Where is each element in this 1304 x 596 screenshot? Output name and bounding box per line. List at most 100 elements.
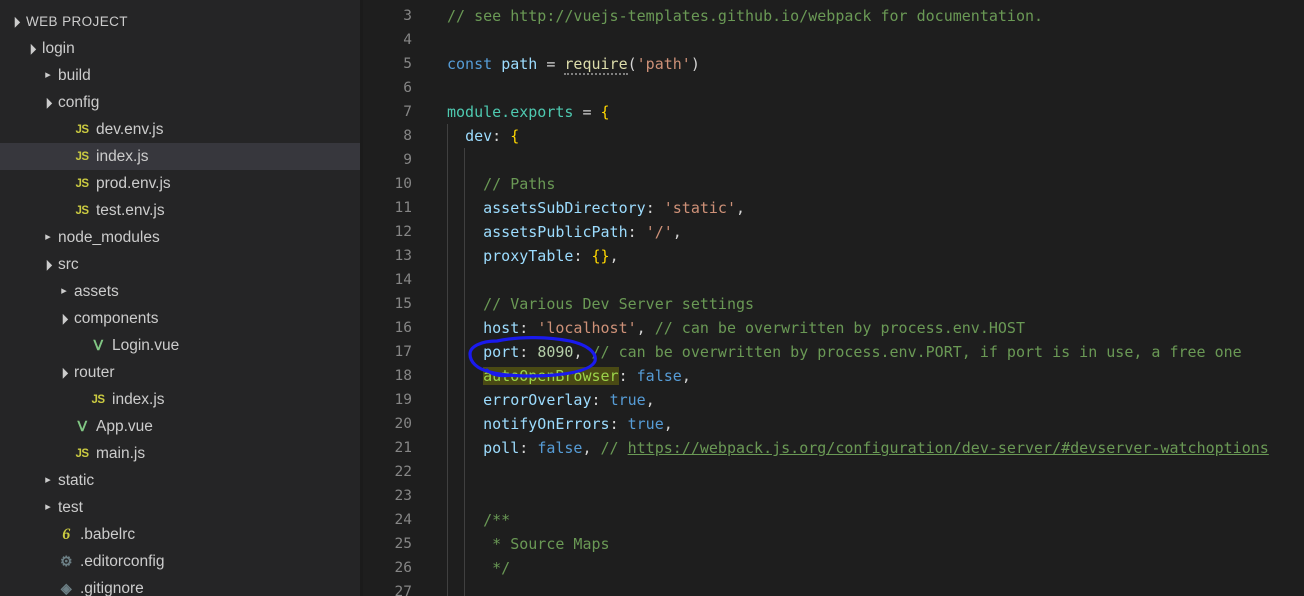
- code-line[interactable]: 25 * Source Maps: [363, 532, 1304, 556]
- code-line[interactable]: 4: [363, 28, 1304, 52]
- code-line[interactable]: 17 port: 8090, // can be overwritten by …: [363, 340, 1304, 364]
- code-line[interactable]: 20 notifyOnErrors: true,: [363, 412, 1304, 436]
- code-line[interactable]: 19 errorOverlay: true,: [363, 388, 1304, 412]
- tree-item-label: dev.env.js: [96, 120, 164, 138]
- tree-item-babelrc[interactable]: 6 .babelrc: [0, 521, 363, 548]
- chevron-right-icon[interactable]: [40, 502, 56, 513]
- code-line[interactable]: 7 module.exports = {: [363, 100, 1304, 124]
- tree-item-web-project[interactable]: WEB PROJECT: [0, 8, 363, 35]
- comment-token: */: [447, 559, 511, 577]
- code-line[interactable]: 23: [363, 484, 1304, 508]
- string-token: 'localhost': [537, 319, 637, 337]
- code-text: // Various Dev Server settings: [447, 292, 754, 316]
- punct-token: :: [492, 127, 502, 145]
- punct-token: :: [573, 247, 583, 265]
- code-lines[interactable]: 23 // see http://vuejs-templates.github.i…: [363, 0, 1304, 596]
- comment-token: // can be overwritten by process.env.HOS…: [654, 319, 1025, 337]
- chevron-right-icon[interactable]: [40, 232, 56, 243]
- code-text: * Source Maps: [447, 532, 610, 556]
- tree-item-index-js[interactable]: JS index.js: [0, 143, 363, 170]
- property-token: dev: [465, 127, 493, 145]
- code-line[interactable]: 24 /**: [363, 508, 1304, 532]
- comment-token: /**: [447, 511, 511, 529]
- tree-item-label: build: [58, 66, 91, 84]
- function-token: require: [564, 55, 628, 75]
- chevron-down-icon[interactable]: [56, 368, 72, 378]
- code-text: assetsPublicPath: '/',: [447, 220, 682, 244]
- tree-item-node-modules[interactable]: node_modules: [0, 224, 363, 251]
- chevron-right-icon[interactable]: [56, 286, 72, 297]
- line-number: 14: [394, 272, 412, 288]
- tree-item-router[interactable]: router: [0, 359, 363, 386]
- tree-item-label: index.js: [112, 390, 165, 408]
- chevron-down-icon[interactable]: [24, 44, 40, 54]
- identifier-token: path: [501, 55, 538, 73]
- code-text: notifyOnErrors: true,: [447, 412, 673, 436]
- code-text: host: 'localhost', // can be overwritten…: [447, 316, 1025, 340]
- indent-guide: [447, 148, 448, 172]
- tree-item-config[interactable]: config: [0, 89, 363, 116]
- code-line[interactable]: 9: [363, 148, 1304, 172]
- code-line[interactable]: 11 assetsSubDirectory: 'static',: [363, 196, 1304, 220]
- code-line[interactable]: 3 // see http://vuejs-templates.github.io…: [363, 4, 1304, 28]
- tree-item-label: Login.vue: [112, 336, 180, 354]
- tree-item-test[interactable]: test: [0, 494, 363, 521]
- explorer-sidebar[interactable]: WEB PROJECTloginbuildconfigJSdev.env.jsJ…: [0, 0, 363, 596]
- line-number: 16: [394, 320, 412, 336]
- code-line[interactable]: 13 proxyTable: {},: [363, 244, 1304, 268]
- tree-item-label: node_modules: [58, 228, 160, 246]
- chevron-down-icon[interactable]: [40, 98, 56, 108]
- code-line[interactable]: 12 assetsPublicPath: '/',: [363, 220, 1304, 244]
- tree-item-main-js[interactable]: JS main.js: [0, 440, 363, 467]
- code-line[interactable]: 6: [363, 76, 1304, 100]
- tree-item-build[interactable]: build: [0, 62, 363, 89]
- code-line[interactable]: 26 */: [363, 556, 1304, 580]
- code-line[interactable]: 8 dev: {: [363, 124, 1304, 148]
- tree-item-assets[interactable]: assets: [0, 278, 363, 305]
- comment-token: * Source Maps: [447, 535, 610, 553]
- code-line[interactable]: 22: [363, 460, 1304, 484]
- tree-item-app-vue[interactable]: ᐯ App.vue: [0, 413, 363, 440]
- chevron-down-icon[interactable]: [8, 17, 24, 27]
- tree-item-test-env-js[interactable]: JS test.env.js: [0, 197, 363, 224]
- tree-item-components[interactable]: components: [0, 305, 363, 332]
- property-token: proxyTable: [483, 247, 574, 265]
- tree-item-login[interactable]: login: [0, 35, 363, 62]
- code-line[interactable]: 27: [363, 580, 1304, 596]
- chevron-right-icon[interactable]: [40, 70, 56, 81]
- boolean-token: true: [609, 391, 646, 409]
- code-line[interactable]: 18 autoOpenBrowser: false,: [363, 364, 1304, 388]
- chevron-down-icon[interactable]: [56, 314, 72, 324]
- tree-item-label: .babelrc: [80, 525, 136, 543]
- indent-guide: [464, 580, 465, 596]
- chevron-right-icon[interactable]: [40, 475, 56, 486]
- comment-token: //: [600, 439, 628, 457]
- class-token: module.exports: [447, 103, 574, 121]
- code-line[interactable]: 21 poll: false, // https://webpack.js.or…: [363, 436, 1304, 460]
- chevron-down-icon[interactable]: [40, 260, 56, 270]
- punct-token: :: [591, 391, 601, 409]
- code-line[interactable]: 16 host: 'localhost', // can be overwrit…: [363, 316, 1304, 340]
- property-token: assetsSubDirectory: [483, 199, 646, 217]
- code-line[interactable]: 14: [363, 268, 1304, 292]
- code-text: const path = require('path'): [447, 52, 700, 76]
- tree-item-src[interactable]: src: [0, 251, 363, 278]
- tree-item-label: index.js: [96, 147, 149, 165]
- keyword-token: const: [447, 55, 493, 73]
- tree-item-gitignore[interactable]: ◈ .gitignore: [0, 575, 363, 596]
- tree-item-dev-env-js[interactable]: JS dev.env.js: [0, 116, 363, 143]
- tree-item-login-vue[interactable]: ᐯ Login.vue: [0, 332, 363, 359]
- code-line[interactable]: 10 // Paths: [363, 172, 1304, 196]
- line-number: 25: [394, 536, 412, 552]
- code-line[interactable]: 15 // Various Dev Server settings: [363, 292, 1304, 316]
- code-line[interactable]: 5 const path = require('path'): [363, 52, 1304, 76]
- tree-item-editorconfig[interactable]: ⚙ .editorconfig: [0, 548, 363, 575]
- comment-link[interactable]: https://webpack.js.org/configuration/dev…: [628, 439, 1269, 457]
- js-file-icon: JS: [75, 204, 89, 217]
- indent-guide: [464, 268, 465, 292]
- code-editor[interactable]: 23 // see http://vuejs-templates.github.i…: [363, 0, 1304, 596]
- tree-item-prod-env-js[interactable]: JS prod.env.js: [0, 170, 363, 197]
- file-tree[interactable]: WEB PROJECTloginbuildconfigJSdev.env.jsJ…: [0, 0, 363, 596]
- tree-item-static[interactable]: static: [0, 467, 363, 494]
- tree-item-index-js[interactable]: JS index.js: [0, 386, 363, 413]
